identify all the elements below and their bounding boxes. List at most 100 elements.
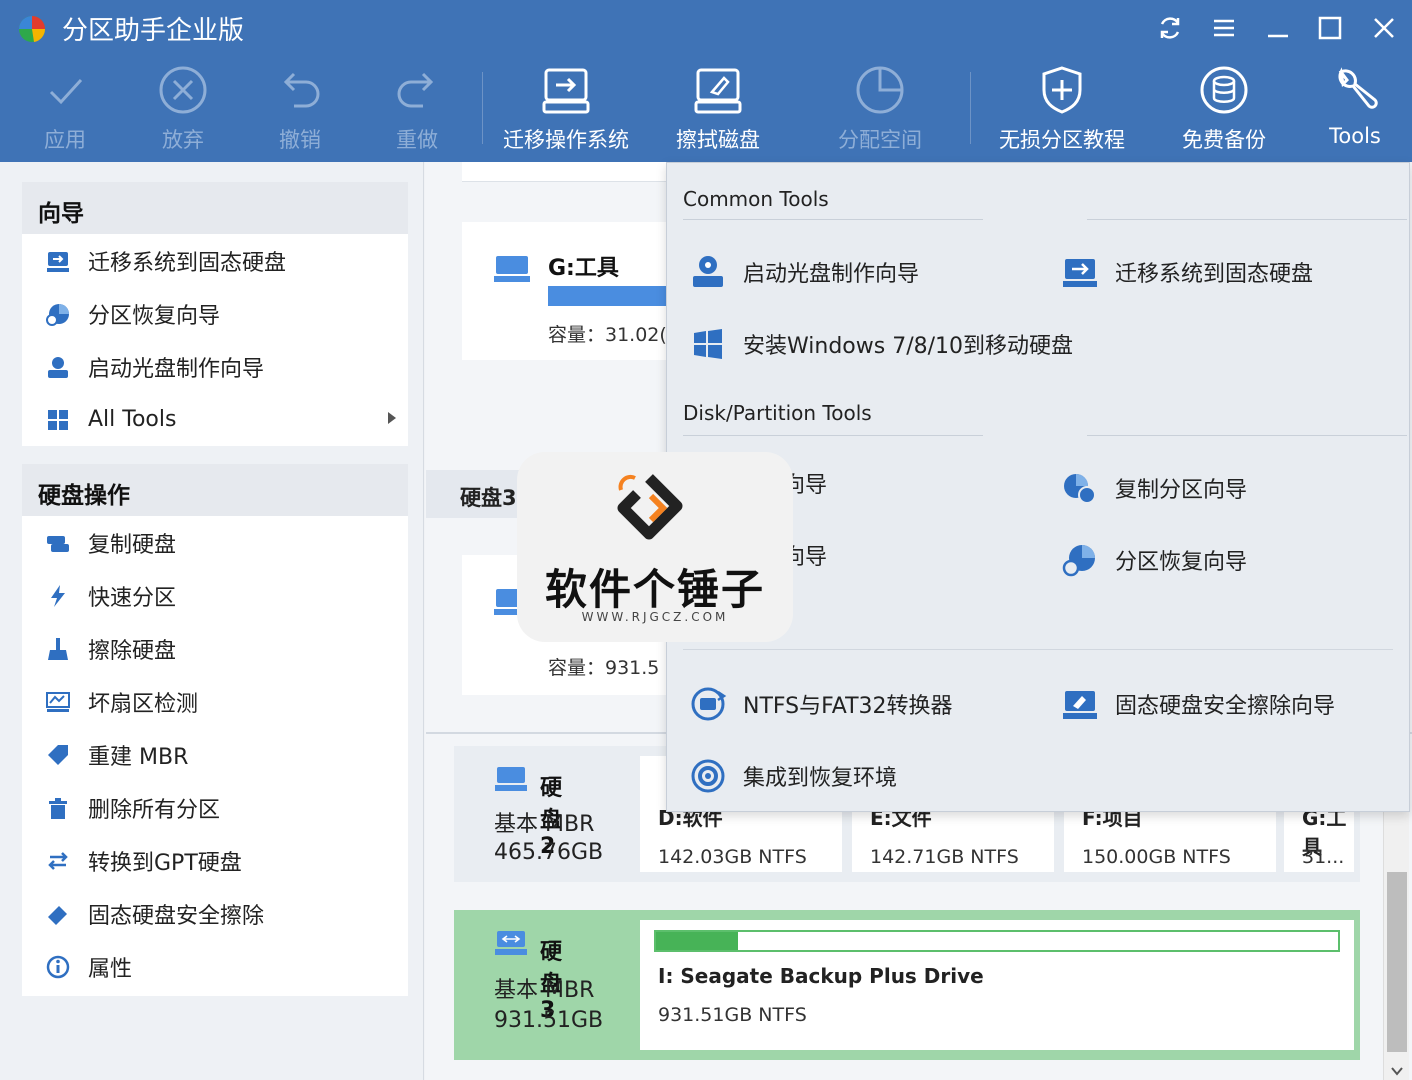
title-bar: 分区助手企业版 bbox=[0, 0, 1412, 56]
menu-item-migrate-ssd[interactable]: 迁移系统到固态硬盘 bbox=[1059, 251, 1313, 293]
wipe-disk-button[interactable]: 擦拭磁盘 bbox=[670, 62, 766, 158]
menu-item-windows-to-go[interactable]: 安装Windows 7/8/10到移动硬盘 bbox=[687, 323, 1073, 365]
menu-item-label: 安装Windows 7/8/10到移动硬盘 bbox=[743, 334, 1074, 359]
partition-card-g[interactable]: G:工具 容量：31.02( bbox=[462, 222, 672, 360]
trash-icon bbox=[42, 792, 74, 824]
migrate-os-label: 迁移操作系统 bbox=[503, 128, 629, 152]
migrate-disk-icon bbox=[42, 245, 74, 277]
windows-logo-icon bbox=[687, 323, 729, 365]
partition-capacity: 容量：31.02( bbox=[548, 324, 667, 346]
wizard-panel: 向导 迁移系统到固态硬盘 分区恢复向导 启动光盘制作向导 All Tools bbox=[22, 182, 408, 446]
section-underline bbox=[683, 219, 983, 220]
undo-icon bbox=[283, 72, 320, 108]
convert-disk-icon bbox=[687, 683, 729, 725]
apply-button[interactable]: 应用 bbox=[30, 62, 100, 158]
usage-fill bbox=[656, 932, 738, 950]
app-logo-icon bbox=[19, 16, 46, 42]
sidebar-item-label: 启动光盘制作向导 bbox=[88, 356, 265, 382]
sidebar-item-ssd-erase[interactable]: 固态硬盘安全擦除 bbox=[22, 887, 408, 940]
disk2-size: 465.76GB bbox=[494, 840, 604, 865]
close-button[interactable] bbox=[1366, 10, 1402, 46]
undo-label: 撤销 bbox=[279, 128, 321, 152]
sidebar-item-partition-recovery[interactable]: 分区恢复向导 bbox=[22, 287, 408, 340]
menu-item-label: 启动光盘制作向导 bbox=[743, 262, 920, 287]
allocate-space-button[interactable]: 分配空间 bbox=[832, 62, 928, 158]
sidebar-item-migrate-ssd[interactable]: 迁移系统到固态硬盘 bbox=[22, 234, 408, 287]
sidebar-item-label: 分区恢复向导 bbox=[88, 303, 221, 329]
tutorial-button[interactable]: 无损分区教程 bbox=[994, 62, 1130, 158]
sidebar-item-quick-partition[interactable]: 快速分区 bbox=[22, 569, 408, 622]
discard-label: 放弃 bbox=[162, 128, 204, 152]
partition-card-top[interactable] bbox=[462, 162, 672, 182]
hamburger-icon bbox=[1214, 19, 1234, 37]
sidebar-item-delete-all[interactable]: 删除所有分区 bbox=[22, 781, 408, 834]
bootable-cd-icon bbox=[42, 351, 74, 383]
allocate-space-label: 分配空间 bbox=[838, 128, 922, 152]
menu-item-copy-partition[interactable]: 复制分区向导 bbox=[1059, 467, 1247, 509]
partition-i[interactable]: I: Seagate Backup Plus Drive 931.51GB NT… bbox=[640, 920, 1354, 1050]
section-underline bbox=[1087, 219, 1407, 220]
sidebar-item-all-tools[interactable]: All Tools bbox=[22, 393, 408, 446]
check-icon bbox=[49, 78, 83, 105]
menu-item-bootable-media[interactable]: 启动光盘制作向导 bbox=[687, 251, 919, 293]
partition-size: 142.03GB NTFS bbox=[658, 846, 807, 868]
menu-item-ntfs-fat32[interactable]: NTFS与FAT32转换器 bbox=[687, 683, 953, 725]
maximize-icon bbox=[1318, 16, 1342, 40]
sidebar-item-wipe-disk[interactable]: 擦除硬盘 bbox=[22, 622, 408, 675]
usb-disk-icon bbox=[495, 931, 527, 955]
toolbar-separator bbox=[970, 72, 971, 144]
disk2-type: 基本 MBR bbox=[494, 812, 595, 837]
menu-item-recovery-env[interactable]: 集成到恢复环境 bbox=[687, 755, 897, 797]
partition-size: 142.71GB NTFS bbox=[870, 846, 1019, 868]
menu-item-label: 复制分区向导 bbox=[1115, 478, 1248, 503]
sidebar-item-bad-sector[interactable]: 坏扇区检测 bbox=[22, 675, 408, 728]
lightning-icon bbox=[42, 580, 74, 612]
chevron-down-icon[interactable] bbox=[1390, 1066, 1404, 1076]
minimize-button[interactable] bbox=[1260, 10, 1296, 46]
wipe-disk-label: 擦拭磁盘 bbox=[676, 128, 760, 152]
eraser-icon bbox=[42, 898, 74, 930]
sidebar-item-properties[interactable]: 属性 bbox=[22, 940, 408, 993]
undo-button[interactable]: 撤销 bbox=[265, 62, 335, 158]
discard-button[interactable]: 放弃 bbox=[148, 62, 218, 158]
refresh-icon bbox=[1160, 17, 1180, 39]
scrollbar-thumb[interactable] bbox=[1387, 872, 1407, 1052]
bad-sector-icon bbox=[42, 686, 74, 718]
tag-icon bbox=[42, 739, 74, 771]
gear-recovery-icon bbox=[687, 755, 729, 797]
minimize-icon bbox=[1268, 34, 1288, 38]
pie-chart-icon bbox=[856, 66, 904, 114]
disk-icon bbox=[494, 256, 530, 282]
watermark-url: WWW.RJGCZ.COM bbox=[581, 610, 729, 624]
partition-size: 31... bbox=[1302, 846, 1345, 868]
toolbar-separator bbox=[482, 72, 483, 144]
app-title: 分区助手企业版 bbox=[62, 16, 245, 46]
redo-button[interactable]: 重做 bbox=[382, 62, 452, 158]
backup-button[interactable]: 免费备份 bbox=[1176, 62, 1272, 158]
sidebar-item-rebuild-mbr[interactable]: 重建 MBR bbox=[22, 728, 408, 781]
watermark: 软件个锤子 WWW.RJGCZ.COM bbox=[517, 452, 793, 642]
menu-item-ssd-erase[interactable]: 固态硬盘安全擦除向导 bbox=[1059, 683, 1335, 725]
sidebar-item-label: 属性 bbox=[88, 956, 133, 982]
migrate-os-button[interactable]: 迁移操作系统 bbox=[496, 62, 636, 158]
tutorial-label: 无损分区教程 bbox=[999, 128, 1125, 152]
tools-label: Tools bbox=[1329, 124, 1381, 148]
menu-item-partition-recovery[interactable]: 分区恢复向导 bbox=[1059, 539, 1247, 581]
sidebar-item-bootable-media[interactable]: 启动光盘制作向导 bbox=[22, 340, 408, 393]
shield-plus-icon bbox=[1042, 66, 1082, 114]
disk-ops-panel-title: 硬盘操作 bbox=[22, 464, 408, 516]
sidebar-item-convert-gpt[interactable]: 转换到GPT硬盘 bbox=[22, 834, 408, 887]
ssd-erase-icon bbox=[1059, 683, 1101, 725]
maximize-button[interactable] bbox=[1312, 10, 1348, 46]
disk3-row[interactable]: 硬盘3 基本 MBR 931.51GB I: Seagate Backup Pl… bbox=[454, 910, 1360, 1060]
menu-button[interactable] bbox=[1206, 10, 1242, 46]
sidebar-item-label: 复制硬盘 bbox=[88, 532, 177, 558]
close-icon bbox=[1374, 18, 1394, 38]
vertical-scrollbar[interactable] bbox=[1383, 812, 1409, 1080]
sidebar-item-copy-disk[interactable]: 复制硬盘 bbox=[22, 516, 408, 569]
tools-button[interactable]: Tools bbox=[1324, 62, 1386, 158]
sidebar-item-label: 转换到GPT硬盘 bbox=[88, 850, 242, 876]
redo-label: 重做 bbox=[396, 128, 438, 152]
sidebar-item-label: 快速分区 bbox=[88, 585, 177, 611]
refresh-button[interactable] bbox=[1152, 10, 1188, 46]
